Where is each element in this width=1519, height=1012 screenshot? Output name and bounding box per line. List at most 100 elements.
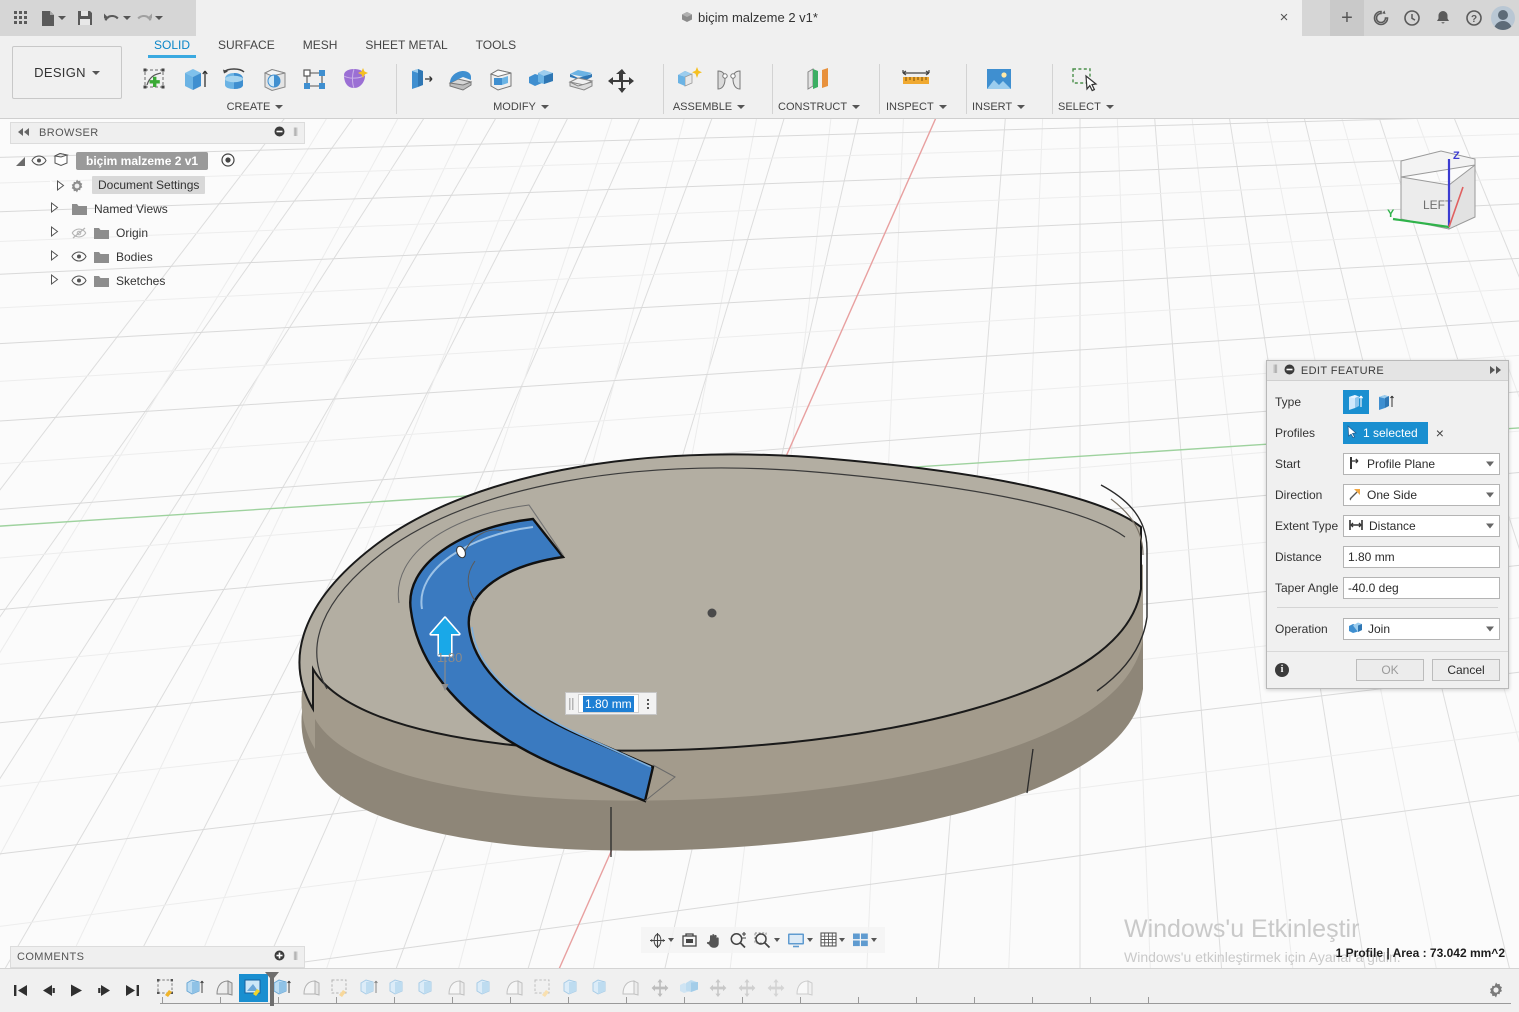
extrude-profile-icon[interactable] — [1343, 390, 1369, 414]
tree-root-item[interactable]: biçim malzeme 2 v1 — [10, 149, 305, 173]
sphere-icon[interactable] — [256, 60, 294, 100]
radio-target-icon[interactable] — [221, 152, 235, 170]
tree-item-bodies[interactable]: Bodies — [10, 245, 305, 269]
comments-panel[interactable]: COMMENTS ⦀ — [10, 946, 305, 968]
skip-end-icon[interactable] — [120, 979, 144, 1003]
revolve-icon[interactable] — [216, 60, 254, 100]
tab-tools[interactable]: TOOLS — [462, 36, 530, 56]
timeline-node-move[interactable] — [645, 974, 674, 1002]
tree-item-named-views[interactable]: Named Views — [10, 197, 305, 221]
create-sketch-icon[interactable] — [136, 60, 174, 100]
extent-type-dropdown[interactable]: Distance — [1343, 515, 1500, 537]
panel-grip-icon[interactable]: ⦀ — [293, 951, 298, 964]
expand-arrow-icon[interactable] — [50, 274, 59, 288]
workspace-selector-design[interactable]: DESIGN — [12, 46, 122, 99]
ribbon-group-label-modify[interactable]: MODIFY — [493, 101, 549, 113]
expand-arrow-icon[interactable] — [50, 250, 59, 264]
grid-icon[interactable] — [817, 928, 848, 952]
chevron-down-icon[interactable] — [668, 938, 674, 942]
chevron-down-icon[interactable] — [774, 938, 780, 942]
refresh-icon[interactable] — [1367, 4, 1395, 32]
select-window-icon[interactable] — [1067, 60, 1105, 100]
chevron-down-icon[interactable] — [807, 938, 813, 942]
help-icon[interactable]: ? — [1460, 4, 1488, 32]
zoom-fit-icon[interactable] — [751, 928, 783, 952]
timeline-node-extrude-3[interactable] — [355, 974, 384, 1002]
pattern-icon[interactable] — [296, 60, 334, 100]
origin-point[interactable] — [707, 608, 717, 618]
viewports-icon[interactable] — [849, 928, 880, 952]
visibility-eye-icon[interactable] — [71, 251, 87, 263]
timeline-node-sketch-3[interactable] — [529, 974, 558, 1002]
view-cube[interactable]: LEFT Z Y — [1379, 137, 1489, 237]
chevron-down-icon[interactable] — [1486, 626, 1494, 632]
insert-image-icon[interactable] — [980, 60, 1018, 100]
viewport-canvas[interactable]: 1.80 1.80 mm BROWSER ⦀ biçim malzeme 2 v… — [0, 119, 1519, 1012]
tab-sheet-metal[interactable]: SHEET METAL — [351, 36, 461, 56]
ribbon-group-label-insert[interactable]: INSERT — [972, 101, 1026, 113]
extrude-icon[interactable] — [176, 60, 214, 100]
close-tab-button[interactable]: × — [1276, 10, 1292, 26]
clear-selection-button[interactable]: × — [1436, 425, 1444, 441]
press-pull-icon[interactable] — [402, 60, 440, 100]
extrude-edge-icon[interactable] — [1373, 390, 1399, 414]
minus-circle-icon[interactable] — [1284, 364, 1295, 378]
bell-icon[interactable] — [1429, 4, 1457, 32]
timeline-node-fillet-4[interactable] — [500, 974, 529, 1002]
timeline-node-combine[interactable] — [674, 974, 703, 1002]
timeline-node-move-3[interactable] — [732, 974, 761, 1002]
offset-plane-icon[interactable] — [800, 60, 838, 100]
plus-circle-icon[interactable] — [274, 950, 285, 964]
redo-dropdown-caret[interactable] — [155, 16, 163, 20]
new-component-icon[interactable] — [670, 60, 708, 100]
redo-icon[interactable] — [134, 4, 164, 32]
dimension-value-field[interactable]: 1.80 mm — [578, 694, 639, 713]
move-copy-icon[interactable] — [602, 60, 640, 100]
timeline-node-fillet-6[interactable] — [790, 974, 819, 1002]
undo-icon[interactable] — [102, 4, 132, 32]
info-icon[interactable]: i — [1275, 663, 1289, 677]
expand-arrow-icon[interactable] — [50, 202, 59, 216]
timeline-node-fillet[interactable] — [210, 974, 239, 1002]
visibility-eye-icon[interactable] — [71, 275, 87, 287]
shell-icon[interactable] — [482, 60, 520, 100]
panel-grip-icon[interactable]: ⦀ — [293, 127, 298, 140]
tab-mesh[interactable]: MESH — [289, 36, 352, 56]
fillet-icon[interactable] — [442, 60, 480, 100]
timeline-node-extrude-8[interactable] — [587, 974, 616, 1002]
tree-item-origin[interactable]: Origin — [10, 221, 305, 245]
ribbon-group-label-construct[interactable]: CONSTRUCT — [778, 101, 861, 113]
ribbon-group-label-inspect[interactable]: INSPECT — [886, 101, 947, 113]
ribbon-group-label-select[interactable]: SELECT — [1058, 101, 1114, 113]
new-tab-button[interactable]: + — [1330, 0, 1364, 36]
start-dropdown[interactable]: Profile Plane — [1343, 453, 1500, 475]
minus-circle-icon[interactable] — [274, 126, 285, 140]
gear-icon[interactable] — [1487, 981, 1505, 1002]
tab-surface[interactable]: SURFACE — [204, 36, 289, 56]
save-icon[interactable] — [70, 4, 100, 32]
tree-item-sketches[interactable]: Sketches — [10, 269, 305, 293]
account-avatar[interactable] — [1491, 6, 1515, 30]
offset-face-icon[interactable] — [562, 60, 600, 100]
visibility-eye-off-icon[interactable] — [71, 227, 87, 239]
apps-grid-icon[interactable] — [6, 4, 36, 32]
document-tab[interactable]: biçim malzeme 2 v1* × — [196, 0, 1302, 36]
timeline-track[interactable] — [152, 969, 1519, 1012]
timeline-node-move-4[interactable] — [761, 974, 790, 1002]
chevron-down-icon[interactable] — [839, 938, 845, 942]
timeline-node-extrude-7[interactable] — [558, 974, 587, 1002]
timeline-node-sketch-2[interactable] — [326, 974, 355, 1002]
visibility-eye-icon[interactable] — [31, 155, 47, 167]
dialog-header[interactable]: ⦀ EDIT FEATURE — [1267, 361, 1508, 381]
direction-dropdown[interactable]: One Side — [1343, 484, 1500, 506]
taper-angle-input[interactable]: -40.0 deg — [1343, 577, 1500, 599]
chevron-down-icon[interactable] — [871, 938, 877, 942]
ribbon-group-label-assemble[interactable]: ASSEMBLE — [673, 101, 746, 113]
collapse-left-icon[interactable] — [17, 126, 31, 140]
kebab-menu-icon[interactable] — [642, 698, 654, 709]
operation-dropdown[interactable]: Join — [1343, 618, 1500, 640]
step-forward-icon[interactable] — [92, 979, 116, 1003]
monitor-icon[interactable] — [784, 928, 816, 952]
timeline-node-extrude-4[interactable] — [384, 974, 413, 1002]
distance-input[interactable]: 1.80 mm — [1343, 546, 1500, 568]
